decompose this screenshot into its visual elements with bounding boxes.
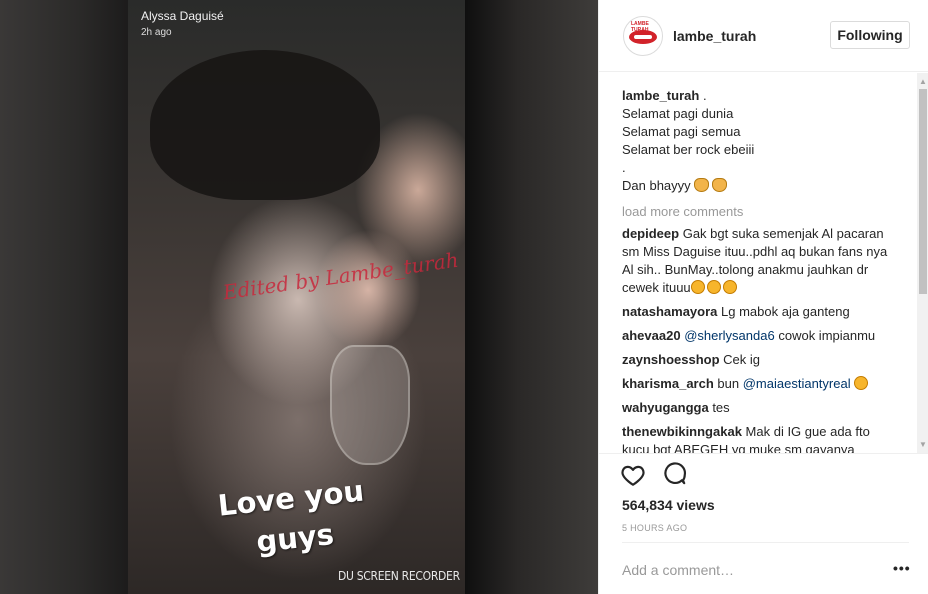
caption-line: Selamat ber rock ebeiii — [622, 142, 755, 157]
comment-username[interactable]: zaynshoesshop — [622, 352, 720, 367]
comment-item: thenewbikinngakak Mak di IG gue ada fto … — [622, 423, 897, 453]
comment-username[interactable]: depideep — [622, 226, 679, 241]
media-background-left — [0, 0, 130, 594]
scroll-down-arrow-icon[interactable]: ▼ — [919, 440, 927, 449]
caption-last-line: Dan bhayyy — [622, 178, 691, 193]
heart-icon[interactable] — [620, 462, 646, 488]
comment-text: bun — [717, 376, 740, 391]
following-button[interactable]: Following — [830, 21, 910, 49]
post-header: LAMBE TURAH lambe_turah Following — [599, 0, 928, 72]
story-time: 2h ago — [141, 27, 172, 38]
comment-text: tes — [712, 400, 730, 415]
caption-line: Selamat pagi semua — [622, 124, 741, 139]
comment-mention[interactable]: @maiaestiantyreal — [743, 376, 851, 391]
caption-username[interactable]: lambe_turah — [622, 88, 699, 103]
caption-first-line: . — [702, 88, 707, 103]
weary-emoji-icon — [706, 280, 721, 294]
comment-item: kharisma_arch bun @maiaestiantyreal — [622, 375, 897, 393]
comment-username[interactable]: ahevaa20 — [622, 328, 681, 343]
comment-text: cowok impianmu — [778, 328, 876, 343]
load-more-comments-link[interactable]: load more comments — [622, 203, 917, 221]
comment-bubble-icon[interactable] — [662, 462, 688, 488]
video-figure — [150, 50, 380, 200]
caption-line: Selamat pagi dunia — [622, 106, 734, 121]
comment-item: zaynshoesshop Cek ig — [622, 351, 897, 369]
comment-username[interactable]: wahyugangga — [622, 400, 709, 415]
clap-emoji-icon — [694, 178, 710, 192]
comment-username[interactable]: kharisma_arch — [622, 376, 714, 391]
comment-text: Cek ig — [723, 352, 761, 367]
scroll-up-arrow-icon[interactable]: ▲ — [919, 77, 927, 86]
comments-list[interactable]: lambe_turah . Selamat pagi dunia Selamat… — [599, 73, 917, 453]
avatar[interactable]: LAMBE TURAH — [623, 16, 663, 56]
clap-emoji-icon — [712, 178, 728, 192]
post-media[interactable]: Alyssa Daguisé 2h ago Edited by Lambe_tu… — [0, 0, 598, 594]
comment-text: Lg mabok aja ganteng — [721, 304, 850, 319]
weary-emoji-icon — [690, 280, 705, 294]
story-username: Alyssa Daguisé — [141, 9, 224, 23]
view-count[interactable]: 564,834 views — [622, 497, 715, 513]
post-timestamp[interactable]: 5 HOURS AGO — [622, 523, 687, 533]
comment-item: natashamayora Lg mabok aja ganteng — [622, 303, 897, 321]
comment-item: wahyugangga tes — [622, 399, 897, 417]
media-background-right — [465, 0, 598, 594]
video-caption: Love you guys — [216, 473, 366, 559]
post-caption: lambe_turah . Selamat pagi dunia Selamat… — [622, 87, 917, 195]
comments-scrollbar[interactable]: ▲ ▼ — [917, 73, 928, 453]
comment-username[interactable]: natashamayora — [622, 304, 717, 319]
post-side-panel: LAMBE TURAH lambe_turah Following lambe_… — [598, 0, 928, 594]
recorder-watermark: DU SCREEN RECORDER — [338, 569, 460, 583]
add-comment-input[interactable] — [622, 561, 872, 579]
lips-logo-icon — [629, 30, 657, 44]
caption-line: . — [622, 160, 626, 175]
video-glass — [330, 345, 410, 465]
post-username[interactable]: lambe_turah — [673, 28, 756, 44]
comment-mention[interactable]: @sherlysanda6 — [684, 328, 775, 343]
more-options-icon[interactable]: ••• — [893, 560, 911, 576]
weary-emoji-icon — [722, 280, 737, 294]
scrollbar-thumb[interactable] — [919, 89, 927, 294]
grinning-emoji-icon — [854, 376, 869, 390]
post-actions: 564,834 views 5 HOURS AGO ••• — [599, 453, 928, 594]
comment-username[interactable]: thenewbikinngakak — [622, 424, 742, 439]
comment-item: depideep Gak bgt suka semenjak Al pacara… — [622, 225, 897, 297]
comment-item: ahevaa20 @sherlysanda6 cowok impianmu — [622, 327, 897, 345]
divider — [622, 542, 909, 543]
